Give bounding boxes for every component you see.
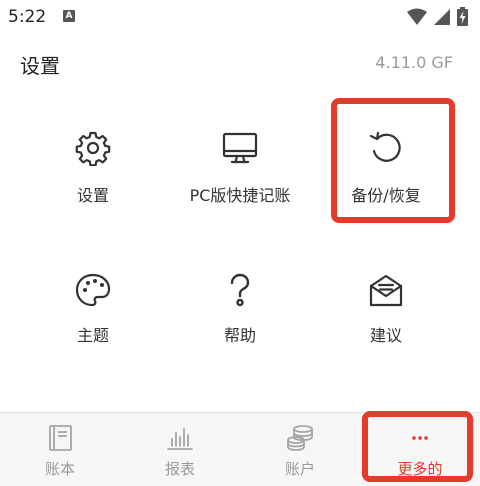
signal-icon xyxy=(434,8,450,25)
nav-ledger-label: 账本 xyxy=(44,460,75,478)
theme-label: 主题 xyxy=(76,326,109,345)
battery-charging-icon xyxy=(457,7,468,26)
bar-chart-icon xyxy=(167,428,193,450)
nav-item-ledger[interactable]: 账本 xyxy=(0,413,120,486)
feedback-label: 建议 xyxy=(369,326,402,345)
pc-quick-bookkeeping-tile[interactable]: PC版快捷记账 xyxy=(160,130,320,260)
help-label: 帮助 xyxy=(223,326,256,345)
nav-item-accounts[interactable]: 账户 xyxy=(240,413,360,486)
book-icon xyxy=(49,425,72,451)
status-icons xyxy=(407,7,468,26)
nav-reports-label: 报表 xyxy=(164,460,195,478)
status-bar: 5:22 A xyxy=(0,0,480,34)
nav-item-reports[interactable]: 报表 xyxy=(120,413,240,486)
feedback-mail-icon xyxy=(369,274,403,307)
monitor-icon xyxy=(222,132,258,164)
notification-a-icon: A xyxy=(63,10,75,22)
wifi-icon xyxy=(407,8,427,25)
notification-badge-text: A xyxy=(65,11,73,21)
help-tile[interactable]: 帮助 xyxy=(160,272,320,402)
settings-tile-label: 设置 xyxy=(76,186,109,205)
version-label: 4.11.0 GF xyxy=(375,53,453,72)
pc-quick-bookkeeping-label: PC版快捷记账 xyxy=(189,186,291,205)
highlight-box-backup-restore xyxy=(331,98,455,223)
feedback-tile[interactable]: 建议 xyxy=(306,272,466,402)
status-time: 5:22 xyxy=(8,7,47,27)
highlight-box-more xyxy=(362,411,473,482)
palette-icon xyxy=(75,273,111,307)
coins-icon xyxy=(287,425,313,451)
help-icon xyxy=(230,273,250,307)
gear-icon xyxy=(75,131,111,166)
settings-tile[interactable]: 设置 xyxy=(13,130,173,260)
nav-accounts-label: 账户 xyxy=(284,460,315,478)
page-title: 设置 xyxy=(20,54,60,78)
theme-tile[interactable]: 主题 xyxy=(13,272,173,402)
